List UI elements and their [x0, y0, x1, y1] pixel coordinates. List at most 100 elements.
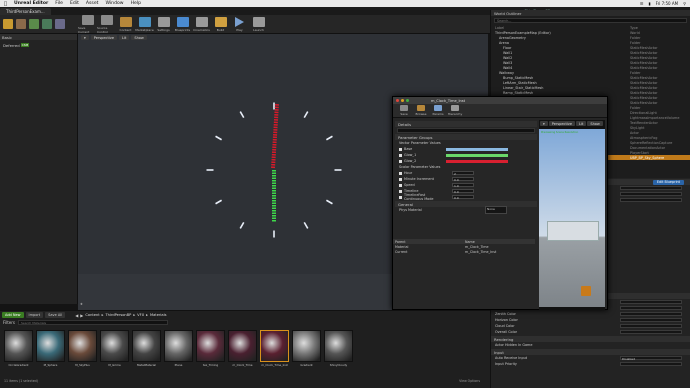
add-new-button[interactable]: Add New — [2, 312, 24, 318]
asset-tile[interactable]: M_Grime — [100, 330, 129, 372]
back-arrow-icon[interactable]: ◀ — [75, 313, 78, 318]
preview-shape-icon[interactable] — [581, 286, 591, 296]
param-checkbox[interactable] — [399, 189, 402, 193]
search-icon[interactable]: ⚲ — [683, 1, 686, 6]
material-field-value[interactable] — [620, 318, 682, 322]
forward-arrow-icon[interactable]: ▶ — [80, 313, 83, 318]
source-control-button[interactable]: Source Control — [97, 14, 116, 34]
mat-params-button[interactable]: Params — [430, 104, 446, 118]
outliner-title[interactable]: World Outliner — [494, 11, 521, 16]
phys-material-field[interactable]: None — [485, 206, 507, 214]
build-button[interactable]: Build — [211, 15, 230, 34]
auto-receive-dropdown[interactable]: Disabled — [620, 356, 682, 361]
save-all-button[interactable]: Save All — [45, 312, 66, 318]
asset-tile[interactable]: M_SkyPlus — [68, 330, 97, 372]
outliner-search-input[interactable]: Search... — [494, 18, 687, 23]
mat-save-button[interactable]: Save — [396, 104, 412, 118]
edit-blueprint-button[interactable]: Edit Blueprint — [652, 179, 684, 185]
col-label[interactable]: Label — [495, 26, 504, 30]
filters-button[interactable]: Filters — [3, 320, 15, 325]
landscape-mode-icon[interactable] — [29, 19, 39, 29]
param-checkbox[interactable] — [399, 159, 402, 163]
param-checkbox[interactable] — [399, 183, 402, 187]
app-name[interactable]: Unreal Editor — [14, 1, 48, 6]
material-field-value[interactable] — [620, 324, 682, 328]
scalar-param-value[interactable]: 0.0 — [452, 177, 474, 182]
input-priority-field[interactable] — [620, 362, 682, 366]
breadcrumb-content[interactable]: Content — [85, 313, 99, 317]
menu-asset[interactable]: Asset — [86, 1, 99, 6]
param-checkbox[interactable] — [399, 177, 402, 181]
material-field-value[interactable] — [620, 312, 682, 316]
material-field-value[interactable] — [620, 306, 682, 310]
param-checkbox[interactable] — [399, 147, 402, 151]
cinematics-button[interactable]: Cinematics — [192, 15, 211, 34]
scalar-param-value[interactable]: 0.0 — [452, 189, 474, 194]
maximize-icon[interactable] — [406, 99, 409, 102]
color-swatch[interactable] — [446, 159, 508, 163]
material-field-value[interactable] — [620, 330, 682, 334]
content-button[interactable]: Content — [116, 15, 135, 34]
view-options-button[interactable]: View Options — [459, 379, 480, 383]
preview-perspective-button[interactable]: Perspective — [548, 121, 576, 126]
settings-button[interactable]: Settings — [154, 15, 173, 34]
asset-tile[interactable]: Plane — [164, 330, 193, 372]
asset-tile[interactable]: M_Sphere — [36, 330, 65, 372]
mat-details-search-input[interactable] — [397, 128, 535, 133]
geometry-mode-icon[interactable] — [55, 19, 65, 29]
preview-options-button[interactable]: ▾ — [540, 121, 548, 126]
material-preview-viewport[interactable]: ▾ Perspective Lit Show Previewing Scene … — [539, 120, 605, 310]
col-type[interactable]: Type — [630, 26, 690, 30]
deferred-item[interactable]: Deferred CSM — [0, 42, 77, 48]
marketplace-button[interactable]: Marketplace — [135, 15, 154, 34]
preview-lit-button[interactable]: Lit — [576, 121, 587, 126]
minimize-icon[interactable] — [401, 99, 404, 102]
menu-file[interactable]: File — [55, 1, 63, 6]
parent-row[interactable]: Material m_Clock_Time — [393, 244, 535, 249]
wifi-icon[interactable]: ☰ — [640, 1, 644, 6]
breadcrumb-vfx[interactable]: VFX — [137, 313, 144, 317]
param-checkbox[interactable] — [399, 171, 402, 175]
menu-window[interactable]: Window — [105, 1, 123, 6]
battery-icon[interactable]: ▮ — [648, 1, 650, 6]
param-checkbox[interactable] — [399, 195, 402, 199]
menu-help[interactable]: Help — [131, 1, 141, 6]
clock-time[interactable]: Fri 7:50 AM — [656, 1, 678, 6]
asset-tile[interactable]: CircleGradient — [4, 330, 33, 372]
play-button[interactable]: Play — [230, 15, 249, 34]
scale-field[interactable] — [620, 198, 682, 202]
mat-hierarchy-button[interactable]: Hierarchy — [447, 104, 463, 118]
asset-search-input[interactable]: Search Materials — [18, 320, 168, 325]
scalar-param-value[interactable]: 1.0 — [452, 183, 474, 188]
place-mode-icon[interactable] — [3, 19, 13, 29]
foliage-mode-icon[interactable] — [42, 19, 52, 29]
paint-mode-icon[interactable] — [16, 19, 26, 29]
preview-show-button[interactable]: Show — [587, 121, 603, 126]
menu-edit[interactable]: Edit — [70, 1, 79, 6]
breadcrumb-thirdpersonbp[interactable]: ThirdPersonBP — [105, 313, 131, 317]
color-swatch[interactable] — [446, 147, 508, 151]
breadcrumb-materials[interactable]: Materials — [150, 313, 166, 317]
mat-details-tab[interactable]: Details — [395, 121, 537, 127]
close-icon[interactable] — [396, 99, 399, 102]
asset-tile[interactable]: Gradient — [292, 330, 321, 372]
current-row[interactable]: Current m_Clock_Time_Inst — [393, 249, 535, 254]
scalar-param-value[interactable]: 0.0 — [452, 195, 474, 200]
modes-panel-title[interactable]: Basic — [2, 35, 12, 40]
location-field[interactable] — [620, 186, 682, 190]
scalar-param-value[interactable]: 2 — [452, 171, 474, 176]
rotation-field[interactable] — [620, 192, 682, 196]
save-current-button[interactable]: Save Current — [78, 14, 97, 34]
asset-tile[interactable]: m_Clock_Time_Inst — [260, 330, 289, 372]
apple-menu-icon[interactable]:  — [4, 1, 7, 7]
mat-browse-button[interactable]: Browse — [413, 104, 429, 118]
asset-tile[interactable]: ShinyCloudy — [324, 330, 353, 372]
material-field-value[interactable] — [620, 300, 682, 304]
asset-tile[interactable]: MetalMaterial — [132, 330, 161, 372]
asset-tile[interactable]: tex_Timing — [196, 330, 225, 372]
blueprints-button[interactable]: Blueprints — [173, 15, 192, 34]
param-checkbox[interactable] — [399, 153, 402, 157]
import-button[interactable]: Import — [25, 312, 44, 318]
asset-tile[interactable]: m_Clock_Time — [228, 330, 257, 372]
launch-button[interactable]: Launch — [249, 15, 268, 34]
